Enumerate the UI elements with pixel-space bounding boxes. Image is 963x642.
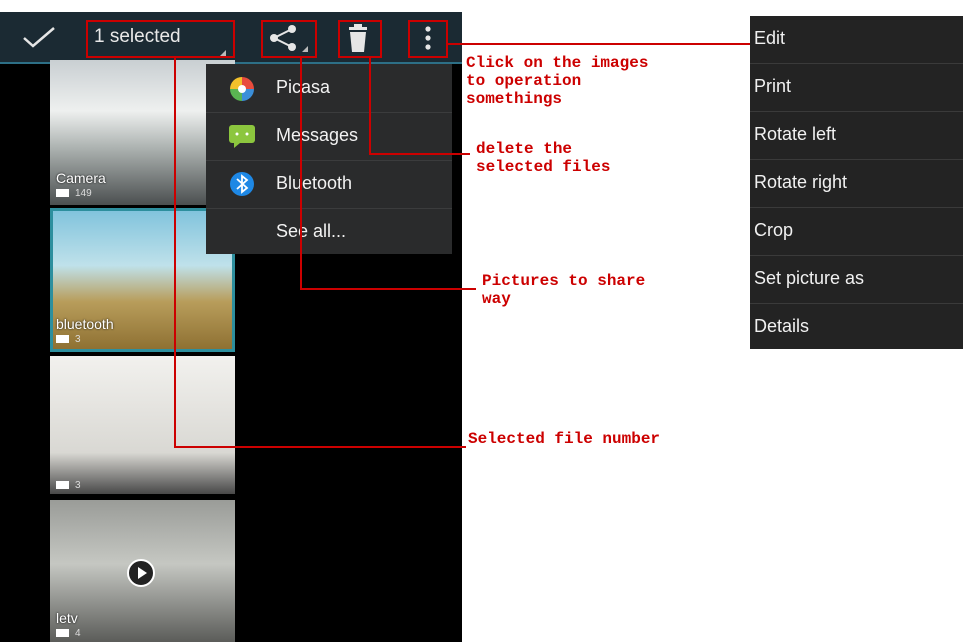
highlight-selected-count (86, 20, 235, 58)
connector-overflow (448, 43, 750, 45)
album-count: 4 (56, 628, 81, 639)
folder-icon (56, 189, 69, 198)
menu-item-print[interactable]: Print (750, 64, 963, 112)
album-name: Camera (56, 170, 106, 186)
connector-delete-h (369, 153, 470, 155)
menu-item-label: Crop (754, 220, 794, 240)
check-icon[interactable] (20, 24, 60, 50)
folder-icon (56, 481, 69, 490)
menu-item-rotate-right[interactable]: Rotate right (750, 160, 963, 208)
menu-item-label: Details (754, 316, 810, 336)
highlight-overflow (408, 20, 448, 58)
menu-item-label: Print (754, 76, 792, 96)
menu-item-crop[interactable]: Crop (750, 208, 963, 256)
share-item-label: Messages (276, 125, 359, 145)
highlight-delete (338, 20, 382, 58)
highlight-share (261, 20, 317, 58)
menu-item-set-picture-as[interactable]: Set picture as (750, 256, 963, 304)
album-notes[interactable]: 3 (50, 356, 235, 494)
share-item-picasa[interactable]: Picasa (206, 64, 452, 113)
annotation-overflow: Click on the images to operation somethi… (466, 54, 649, 108)
annotation-delete: delete the selected files (476, 140, 611, 176)
album-count: 3 (56, 480, 81, 491)
folder-icon (56, 335, 69, 344)
connector-share-v (300, 58, 302, 290)
play-icon[interactable] (126, 558, 156, 588)
folder-icon (56, 629, 69, 638)
album-name: letv (56, 610, 78, 626)
album-count: 149 (56, 188, 92, 199)
annotation-selected: Selected file number (468, 430, 661, 448)
share-item-label: See all... (276, 221, 347, 241)
share-item-label: Picasa (276, 77, 331, 97)
share-item-bluetooth[interactable]: Bluetooth (206, 160, 452, 209)
annotation-share: Pictures to share way (482, 272, 646, 308)
menu-item-label: Set picture as (754, 268, 865, 288)
menu-item-label: Rotate left (754, 124, 837, 144)
album-letv[interactable]: letv 4 (50, 500, 235, 642)
bluetooth-icon (230, 172, 254, 196)
connector-selected-h (174, 446, 466, 448)
messages-icon (229, 125, 255, 148)
album-count: 3 (56, 334, 81, 345)
share-menu: Picasa Messages Bluetooth See all... (206, 64, 452, 254)
menu-item-label: Edit (754, 28, 786, 48)
overflow-menu: Edit Print Rotate left Rotate right Crop… (750, 16, 963, 349)
connector-share-h (300, 288, 476, 290)
menu-item-rotate-left[interactable]: Rotate left (750, 112, 963, 160)
connector-selected-v (174, 58, 176, 448)
share-item-label: Bluetooth (276, 173, 353, 193)
picasa-icon (230, 77, 254, 101)
share-item-see-all[interactable]: See all... (206, 208, 452, 256)
phone-screen: 1 selected Camera 149 bluetooth 3 3 letv… (0, 12, 462, 642)
menu-item-edit[interactable]: Edit (750, 16, 963, 64)
album-name: bluetooth (56, 316, 114, 332)
menu-item-details[interactable]: Details (750, 304, 963, 351)
connector-delete-v (369, 58, 371, 154)
menu-item-label: Rotate right (754, 172, 848, 192)
